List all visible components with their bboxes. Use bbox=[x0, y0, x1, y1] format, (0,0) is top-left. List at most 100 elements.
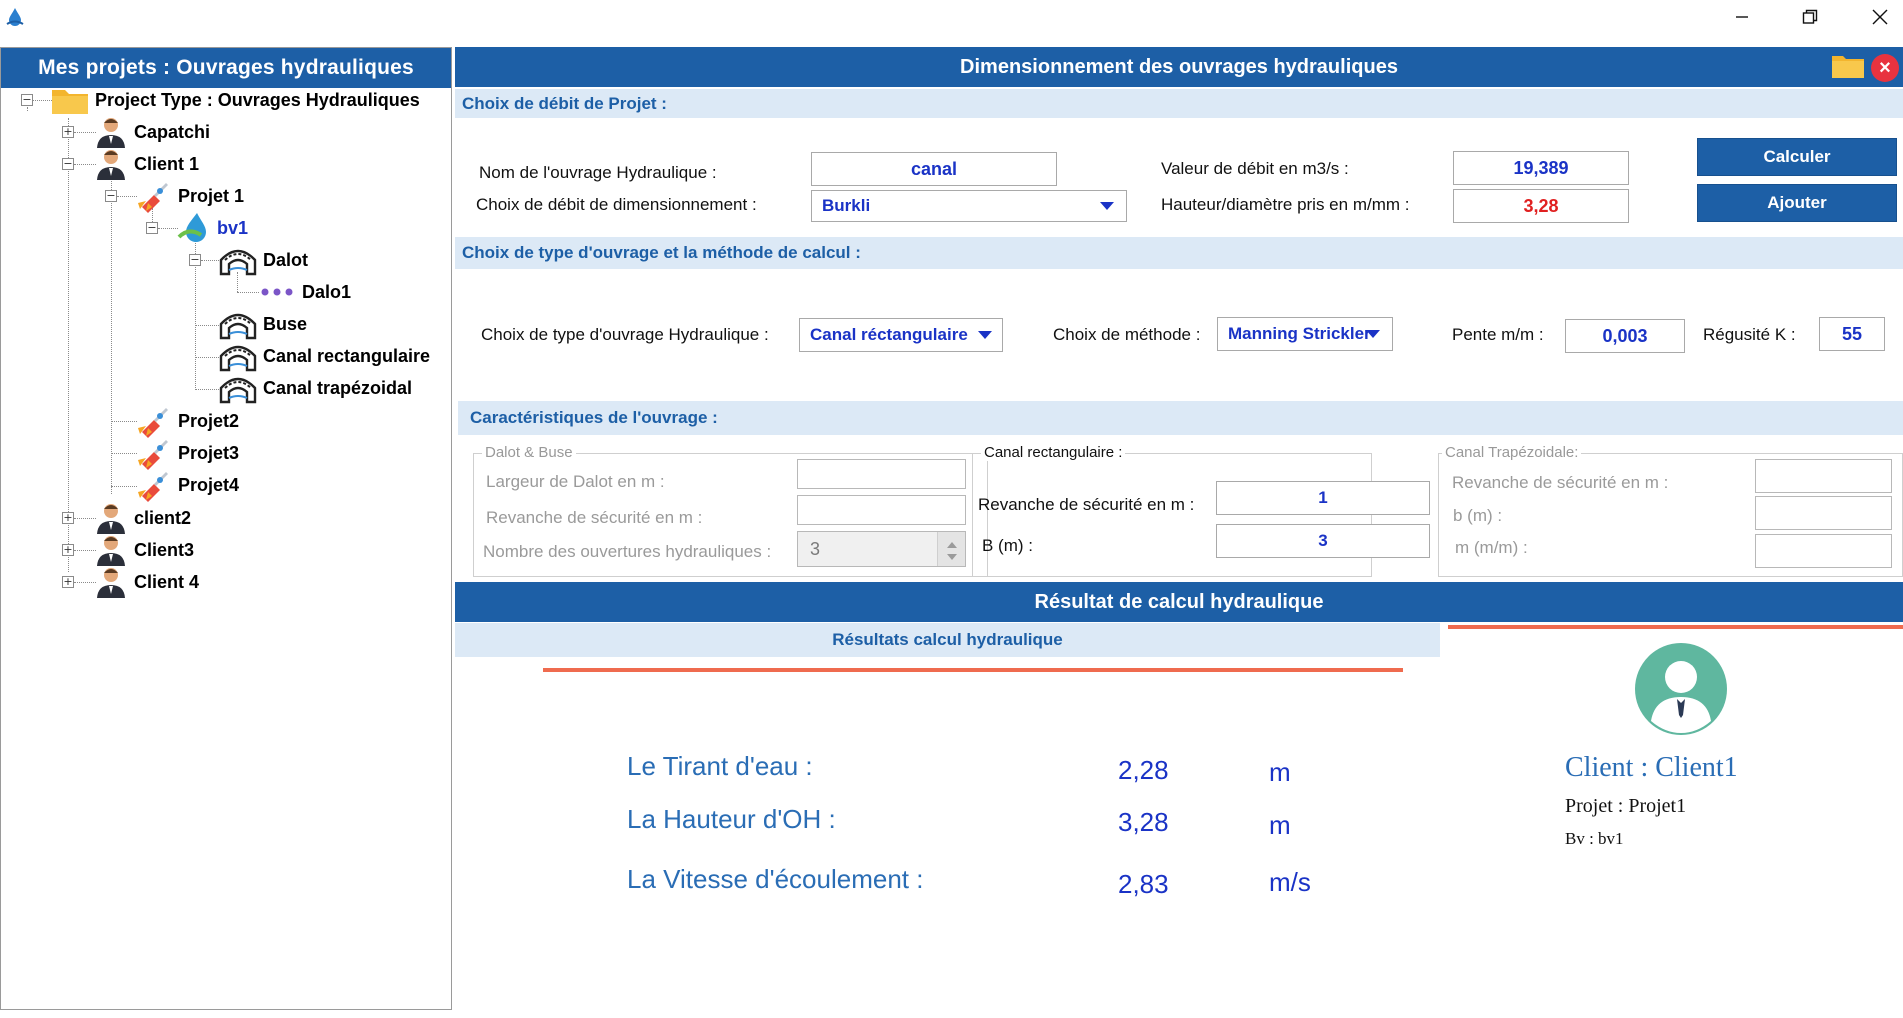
tree-node-client4[interactable]: Client 4 bbox=[94, 564, 199, 600]
culvert-icon bbox=[219, 313, 257, 340]
chevron-down-icon bbox=[978, 331, 992, 339]
tree-node-projet2[interactable]: Projet2 bbox=[136, 403, 239, 439]
expand-toggle-bv1[interactable]: − bbox=[146, 222, 158, 234]
type-ouvrage-select[interactable]: Canal réctangulaire bbox=[799, 318, 1003, 352]
nombre-ouvertures-stepper[interactable]: 3 bbox=[797, 531, 966, 567]
tirant-value: 2,28 bbox=[1118, 755, 1169, 785]
tirant-label: Le Tirant d'eau : bbox=[627, 751, 813, 781]
tree-node-label: Projet 1 bbox=[178, 185, 245, 206]
carac-section-title: Caractéristiques de l'ouvrage : bbox=[458, 401, 1903, 435]
nombre-ouvertures-label: Nombre des ouvertures hydrauliques : bbox=[483, 542, 772, 561]
tree-node-label: Project Type : Ouvrages Hydrauliques bbox=[95, 89, 420, 110]
expand-toggle-client1[interactable]: − bbox=[62, 158, 74, 170]
folder-icon[interactable] bbox=[1831, 53, 1865, 79]
tree-node-bv1[interactable]: bv1 bbox=[177, 210, 248, 246]
folder-icon bbox=[52, 90, 88, 114]
stepper-buttons[interactable] bbox=[937, 532, 965, 566]
close-panel-icon[interactable]: × bbox=[1871, 54, 1899, 82]
tree-node-canal-trapezoidal[interactable]: Canal trapézoidal bbox=[219, 370, 412, 406]
revanche-rect-label: Revanche de sécurité en m : bbox=[978, 495, 1195, 514]
revanche-trap-field[interactable] bbox=[1755, 459, 1892, 493]
dalot-buse-group-title: Dalot & Buse bbox=[482, 444, 576, 461]
tree-node-projet4[interactable]: Projet4 bbox=[136, 467, 239, 503]
m-trap-label: m (m/m) : bbox=[1455, 538, 1528, 557]
largeur-dalot-field[interactable] bbox=[797, 459, 966, 489]
tree-node-dalo1[interactable]: Dalo1 bbox=[260, 274, 351, 310]
close-icon[interactable] bbox=[1857, 0, 1903, 34]
b-trap-field[interactable] bbox=[1755, 496, 1892, 530]
expand-toggle-client4[interactable]: + bbox=[62, 576, 74, 588]
client-card-divider bbox=[1448, 625, 1903, 629]
methode-label: Choix de méthode : bbox=[1053, 325, 1201, 344]
tree-node-root[interactable]: Project Type : Ouvrages Hydrauliques bbox=[51, 82, 420, 118]
projects-panel: Mes projets : Ouvrages hydrauliques − + … bbox=[0, 47, 452, 1010]
revanche-trap-label: Revanche de sécurité en m : bbox=[1452, 473, 1669, 492]
tree-node-projet1[interactable]: Projet 1 bbox=[136, 178, 244, 214]
sizing-panel: Dimensionnement des ouvrages hydraulique… bbox=[455, 47, 1903, 1018]
ajouter-button[interactable]: Ajouter bbox=[1697, 184, 1897, 222]
minimize-icon[interactable] bbox=[1719, 0, 1765, 34]
culvert-icon bbox=[219, 249, 257, 276]
type-ouvrage-value: Canal réctangulaire bbox=[810, 325, 968, 344]
b-rect-label: B (m) : bbox=[982, 536, 1033, 555]
tree-node-label: client2 bbox=[134, 507, 192, 528]
tirant-unit: m bbox=[1269, 757, 1291, 787]
revanche-rect-field[interactable]: 1 bbox=[1216, 481, 1430, 515]
canal-rect-group-title: Canal rectangulaire : bbox=[981, 444, 1126, 461]
hauteur-oh-label: La Hauteur d'OH : bbox=[627, 804, 836, 834]
methode-select[interactable]: Manning Strickler bbox=[1217, 317, 1393, 351]
stepper-down-icon[interactable] bbox=[947, 554, 957, 560]
expand-toggle-root[interactable]: − bbox=[21, 94, 33, 106]
expand-toggle-client3[interactable]: + bbox=[62, 544, 74, 556]
debit-value-field[interactable]: 19,389 bbox=[1453, 151, 1629, 185]
tree-node-client2[interactable]: client2 bbox=[94, 500, 191, 536]
m-trap-field[interactable] bbox=[1755, 534, 1892, 568]
ouvrage-name-field[interactable]: canal bbox=[811, 152, 1057, 186]
hauteur-field[interactable]: 3,28 bbox=[1453, 189, 1629, 223]
tree-node-client3[interactable]: Client3 bbox=[94, 532, 194, 568]
tree-node-buse[interactable]: Buse bbox=[219, 306, 307, 342]
tree-node-label: Dalo1 bbox=[302, 281, 352, 302]
client-name: Client : Client1 bbox=[1565, 752, 1738, 783]
canal-rect-group: Canal rectangulaire : bbox=[972, 444, 1372, 577]
tree-node-label: Capatchi bbox=[134, 121, 211, 142]
pente-label: Pente m/m : bbox=[1452, 325, 1544, 344]
tree-node-label: Canal trapézoidal bbox=[263, 377, 413, 398]
expand-toggle-capatchi[interactable]: + bbox=[62, 126, 74, 138]
client-projet: Projet : Projet1 bbox=[1565, 795, 1687, 817]
tree-node-label: Buse bbox=[263, 313, 308, 334]
regusite-field[interactable]: 55 bbox=[1819, 317, 1885, 351]
pente-field[interactable]: 0,003 bbox=[1565, 319, 1685, 353]
window-titlebar bbox=[0, 0, 1903, 34]
restore-icon[interactable] bbox=[1787, 0, 1833, 34]
expand-toggle-projet1[interactable]: − bbox=[105, 190, 117, 202]
b-rect-field[interactable]: 3 bbox=[1216, 524, 1430, 558]
regusite-label: Régusité K : bbox=[1703, 325, 1796, 344]
hauteur-oh-value: 3,28 bbox=[1118, 807, 1169, 837]
tree-node-dalot[interactable]: Dalot bbox=[219, 242, 308, 278]
expand-toggle-dalot[interactable]: − bbox=[189, 254, 201, 266]
client-bv: Bv : bv1 bbox=[1565, 829, 1624, 848]
tree-node-canal-rectangulaire[interactable]: Canal rectangulaire bbox=[219, 338, 430, 374]
person-icon bbox=[97, 118, 125, 148]
culvert-icon bbox=[219, 377, 257, 404]
rocket-icon bbox=[138, 472, 168, 502]
stepper-up-icon[interactable] bbox=[947, 542, 957, 548]
calculer-button[interactable]: Calculer bbox=[1697, 138, 1897, 176]
vitesse-label: La Vitesse d'écoulement : bbox=[627, 864, 924, 894]
debit-choice-select[interactable]: Burkli bbox=[811, 190, 1127, 222]
tree-node-client1[interactable]: Client 1 bbox=[94, 146, 199, 182]
revanche-dalot-field[interactable] bbox=[797, 495, 966, 525]
ouvrage-name-label: Nom de l'ouvrage Hydraulique : bbox=[479, 163, 717, 182]
expand-toggle-client2[interactable]: + bbox=[62, 512, 74, 524]
sizing-panel-title: Dimensionnement des ouvrages hydraulique… bbox=[455, 47, 1903, 87]
debit-section-title: Choix de débit de Projet : bbox=[455, 89, 1903, 118]
person-icon bbox=[97, 150, 125, 180]
hauteur-label: Hauteur/diamètre pris en m/mm : bbox=[1161, 195, 1410, 214]
vitesse-unit: m/s bbox=[1269, 867, 1311, 897]
tree-node-capatchi[interactable]: Capatchi bbox=[94, 114, 210, 150]
debit-value-label: Valeur de débit en m3/s : bbox=[1161, 159, 1349, 178]
tree-node-projet3[interactable]: Projet3 bbox=[136, 435, 239, 471]
water-drop-icon bbox=[6, 8, 24, 26]
debit-choice-label: Choix de débit de dimensionnement : bbox=[476, 195, 757, 214]
